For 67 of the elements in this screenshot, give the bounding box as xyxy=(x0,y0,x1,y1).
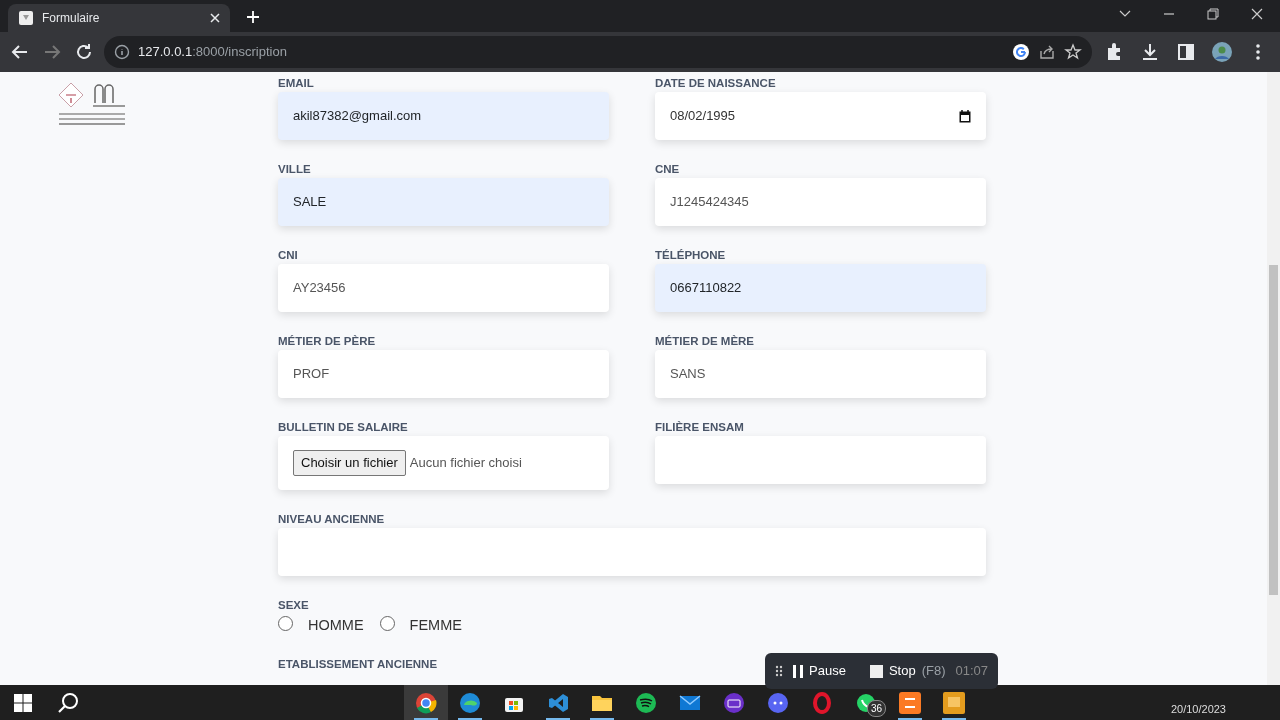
scrollbar[interactable] xyxy=(1267,72,1280,685)
select-field[interactable] xyxy=(655,436,986,484)
close-icon[interactable] xyxy=(210,13,220,23)
radio-label: FEMME xyxy=(409,616,462,636)
search-icon[interactable] xyxy=(58,691,80,714)
field-label: NIVEAU ANCIENNE xyxy=(278,513,385,526)
radio-button[interactable] xyxy=(278,615,293,631)
field-label: MÉTIER DE PÈRE xyxy=(278,335,376,348)
new-tab-icon[interactable] xyxy=(247,11,259,23)
input-field[interactable]: AY23456 xyxy=(278,264,609,312)
restore-icon[interactable] xyxy=(1206,7,1220,21)
radio-button[interactable] xyxy=(379,615,395,631)
download-icon[interactable] xyxy=(1140,42,1160,62)
url-text: 127.0.0.1:8000/inscription xyxy=(138,43,288,62)
ring-icon xyxy=(811,691,833,714)
input-field[interactable]: SALE xyxy=(278,178,609,226)
chrome-icon xyxy=(415,691,437,714)
stop-icon xyxy=(869,664,883,678)
pause-icon xyxy=(793,664,803,678)
avatar-icon[interactable] xyxy=(1212,42,1232,62)
field-label: ETABLISSEMENT ANCIENNE xyxy=(278,658,438,671)
code-editor-icon xyxy=(547,691,569,714)
taskbar-app[interactable]: 36 xyxy=(844,685,888,720)
field-label: FILIÈRE ENSAM xyxy=(655,421,744,434)
google-icon[interactable] xyxy=(1012,43,1030,61)
field-label: CNE xyxy=(655,163,680,176)
radio-label: HOMME xyxy=(308,616,364,636)
drag-handle-icon[interactable] xyxy=(775,665,783,677)
edge-icon xyxy=(459,691,481,714)
pause-button[interactable]: Pause xyxy=(793,661,846,681)
share-icon[interactable] xyxy=(1038,43,1056,61)
tv-icon xyxy=(723,691,745,714)
page-icon xyxy=(18,10,34,26)
select-field[interactable] xyxy=(278,528,986,576)
windows-icon[interactable] xyxy=(14,693,32,712)
field-label: MÉTIER DE MÈRE xyxy=(655,335,755,348)
field-label: SEXE xyxy=(278,599,309,612)
recording-timer: 01:07 xyxy=(955,662,988,681)
stop-button[interactable]: Stop (F8) xyxy=(869,661,946,681)
music-icon xyxy=(635,691,657,714)
field-label: VILLE xyxy=(278,163,311,176)
browser-tab[interactable]: Formulaire xyxy=(8,4,230,32)
input-field[interactable]: J1245424345 xyxy=(655,178,986,226)
field-label: CNI xyxy=(278,249,298,262)
field-label: EMAIL xyxy=(278,77,314,90)
side-panel-icon[interactable] xyxy=(1176,42,1196,62)
clock-date: 20/10/2023 xyxy=(1170,701,1226,717)
field-label: DATE DE NAISSANCE xyxy=(655,77,776,90)
square-app-icon xyxy=(943,691,965,714)
field-label: TÉLÉPHONE xyxy=(655,249,726,262)
star-icon[interactable] xyxy=(1064,43,1082,61)
input-field[interactable]: 0667110822 xyxy=(655,264,986,312)
tab-title: Formulaire xyxy=(42,10,101,27)
server-app-icon xyxy=(899,691,921,714)
close-icon[interactable] xyxy=(1250,7,1264,21)
chat-icon xyxy=(767,691,789,714)
input-field[interactable]: PROF xyxy=(278,350,609,398)
address-bar[interactable]: 127.0.0.1:8000/inscription xyxy=(104,36,1092,68)
choose-file-button[interactable]: Choisir un fichier xyxy=(293,450,406,476)
file-status: Aucun fichier choisi xyxy=(409,454,522,473)
info-icon xyxy=(114,44,130,60)
date-field[interactable]: 08/02/1995 xyxy=(655,92,986,140)
input-field[interactable]: SANS xyxy=(655,350,986,398)
input-field[interactable]: akil87382@gmail.com xyxy=(278,92,609,140)
field-label: BULLETIN DE SALAIRE xyxy=(278,421,408,434)
calendar-icon[interactable] xyxy=(959,109,971,123)
taskbar-app[interactable] xyxy=(404,685,448,720)
